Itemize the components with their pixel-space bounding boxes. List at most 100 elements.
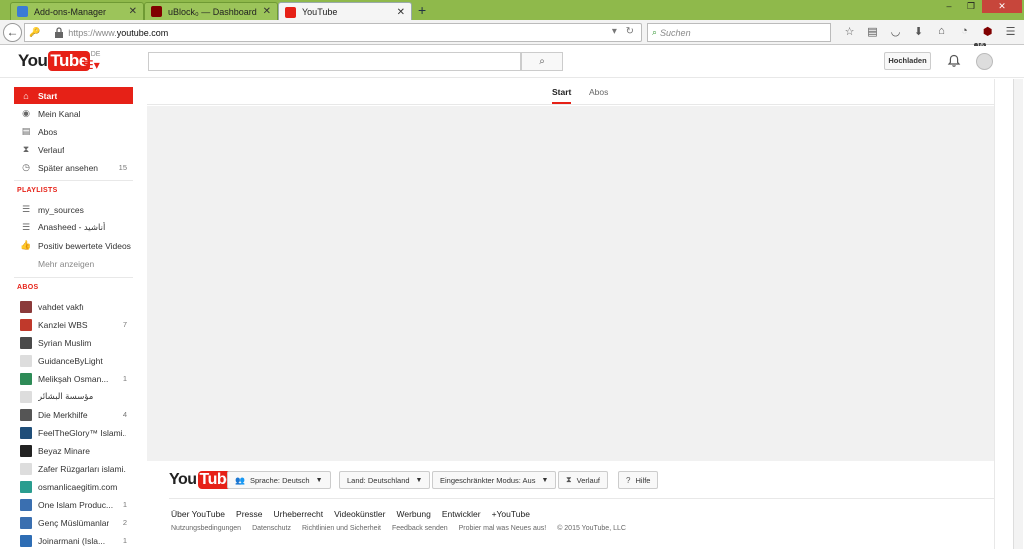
footer-link[interactable]: Videokünstler	[334, 509, 385, 519]
subscription-label: Melikşah Osman...	[38, 373, 109, 384]
subscription-label: osmanlicaegitim.com	[38, 481, 118, 492]
youtube-search-input[interactable]	[148, 52, 521, 71]
subscription-item[interactable]: Joinarmani (Isla... 1	[14, 532, 133, 549]
window-controls: – ❐ ✕	[938, 0, 1022, 14]
subscription-item[interactable]: Zafer Rüzgarları islami...	[14, 460, 133, 477]
footer-link[interactable]: Probier mal was Neues aus!	[459, 525, 547, 532]
channel-avatar	[20, 444, 32, 457]
close-tab-icon[interactable]: ✕	[129, 6, 137, 17]
footer-link[interactable]: Nutzungsbedingungen	[171, 525, 241, 532]
download-icon[interactable]: ⬇	[907, 25, 930, 38]
subscription-item[interactable]: GuidanceByLight	[14, 352, 133, 369]
close-tab-icon[interactable]: ✕	[263, 6, 271, 17]
home-icon[interactable]: ⌂	[930, 25, 953, 38]
feed-area	[147, 106, 994, 461]
subscription-item[interactable]: Die Merkhilfe 4	[14, 406, 133, 423]
footer-link[interactable]: +YouTube	[492, 509, 530, 519]
bookmark-star-icon[interactable]: ☆	[838, 25, 861, 38]
subscription-item[interactable]: Kanzlei WBS 7	[14, 316, 133, 333]
footer-link[interactable]: Feedback senden	[392, 525, 448, 532]
restricted-mode-button[interactable]: Eingeschränkter Modus: Aus ▼	[432, 471, 557, 489]
clock-icon: ◷	[22, 162, 30, 172]
minimize-button[interactable]: –	[938, 0, 960, 13]
subscription-item[interactable]: Beyaz Minare	[14, 442, 133, 459]
guide-item-watch-later[interactable]: ◷ Später ansehen 15	[14, 159, 133, 176]
subscription-label: Kanzlei WBS	[38, 319, 88, 330]
footer-link[interactable]: Entwickler	[442, 509, 481, 519]
back-button[interactable]: ←	[3, 23, 22, 42]
subscription-label: Zafer Rüzgarları islami...	[38, 463, 126, 474]
scrollbar[interactable]	[1013, 79, 1023, 549]
notifications-bell-icon[interactable]	[947, 54, 961, 68]
channel-avatar	[20, 318, 32, 331]
guide-item-mein-kanal[interactable]: ◉ Mein Kanal	[14, 105, 133, 122]
navigation-toolbar: ← 🔑 https://www. youtube.com ▾ ↻ ⌕ Suche…	[0, 20, 1024, 50]
close-tab-icon[interactable]: ✕	[397, 7, 405, 18]
subscription-item[interactable]: FeelTheGlory™ Islami...	[14, 424, 133, 441]
footer-link[interactable]: © 2015 YouTube, LLC	[557, 525, 626, 532]
subscription-item[interactable]: osmanlicaegitim.com	[14, 478, 133, 495]
people-icon: 👥	[235, 475, 245, 485]
browser-search-input[interactable]: ⌕ Suchen	[647, 23, 831, 42]
footer-link[interactable]: Urheberrecht	[274, 509, 324, 519]
subscription-item[interactable]: Syrian Muslim	[14, 334, 133, 351]
pocket-icon[interactable]: ◡	[884, 25, 907, 38]
country-button[interactable]: Land: Deutschland ▼	[339, 471, 431, 489]
subscription-count: 1	[122, 374, 127, 383]
restricted-mode-label: Eingeschränkter Modus: Aus	[440, 475, 536, 485]
tab-start[interactable]: Start	[552, 87, 571, 97]
footer-link[interactable]: Richtlinien und Sicherheit	[302, 525, 381, 532]
subscription-item[interactable]: One Islam Produc... 1	[14, 496, 133, 513]
identity-icon[interactable]: 🔑	[29, 27, 40, 38]
guide-item-playlist[interactable]: ☰ Anasheed - أناشيد	[14, 219, 133, 236]
language-button[interactable]: 👥 Sprache: Deutsch ▼	[227, 471, 331, 489]
show-more-link[interactable]: Mehr anzeigen	[38, 259, 94, 269]
url-scheme: https://www.	[68, 27, 117, 38]
guide-item-start[interactable]: ⌂ Start	[14, 87, 133, 104]
new-tab-button[interactable]: +	[418, 3, 426, 17]
search-button[interactable]: ⌕	[521, 52, 563, 71]
subscription-count: 7	[122, 320, 127, 329]
ublock-icon	[151, 6, 162, 17]
history-button[interactable]: ⧗ Verlauf	[558, 471, 608, 489]
subscription-item[interactable]: Genç Müslümanlar 2	[14, 514, 133, 531]
guide-item-verlauf[interactable]: ⧗ Verlauf	[14, 141, 133, 158]
chat-icon[interactable]: ◔	[953, 25, 976, 38]
history-label: Verlauf	[576, 475, 600, 485]
reading-list-icon[interactable]: ▤	[861, 25, 884, 38]
tab-youtube[interactable]: YouTube ✕	[278, 2, 412, 21]
page-footer: You Tube 👥 Sprache: Deutsch ▼ Land: Deut…	[147, 461, 994, 549]
subscription-item[interactable]: مؤسسة البشائر	[14, 388, 133, 405]
subscription-label: vahdet vakfı	[38, 301, 84, 312]
hourglass-icon: ⧗	[22, 144, 30, 154]
channel-avatar	[20, 336, 32, 349]
avatar[interactable]	[976, 53, 993, 70]
footer-link[interactable]: Presse	[236, 509, 262, 519]
subscription-item[interactable]: Melikşah Osman... 1	[14, 370, 133, 387]
guide-item-liked-videos[interactable]: 👍 Positiv bewertete Videos	[14, 237, 133, 254]
menu-icon[interactable]: ☰	[999, 25, 1022, 38]
tab-abos[interactable]: Abos	[589, 87, 608, 97]
tab-add-ons-manager[interactable]: Add-ons-Manager ✕	[10, 2, 144, 20]
subscription-item[interactable]: vahdet vakfı	[14, 298, 133, 315]
reload-icon[interactable]: ▾ ↻	[612, 26, 637, 37]
help-button[interactable]: ? Hilfe	[618, 471, 659, 489]
youtube-masthead: You Tube DE ☰▾ ⌕ Hochladen	[0, 46, 1024, 78]
ublock-toolbar-icon[interactable]: ⬢	[976, 25, 999, 38]
footer-link[interactable]: Werbung	[396, 509, 430, 519]
guide-item-abos[interactable]: ▤ Abos	[14, 123, 133, 140]
channel-avatar	[20, 354, 32, 367]
upload-button[interactable]: Hochladen	[884, 52, 931, 70]
search-icon: ⌕	[539, 56, 545, 67]
footer-link[interactable]: Über YouTube	[171, 509, 225, 519]
footer-link[interactable]: Datenschutz	[252, 525, 291, 532]
url-bar[interactable]: 🔑 https://www. youtube.com ▾ ↻	[24, 23, 642, 42]
guide-item-playlist[interactable]: ☰ my_sources	[14, 201, 133, 218]
search-engine-icon[interactable]: ⌕	[652, 27, 657, 38]
right-gutter	[994, 79, 1024, 549]
tab-ublock-dashboard[interactable]: uBlock₀ — Dashboard ✕	[144, 2, 278, 20]
close-window-button[interactable]: ✕	[982, 0, 1022, 13]
restore-button[interactable]: ❐	[960, 0, 982, 13]
guide-menu-icon[interactable]: ☰▾	[83, 58, 100, 72]
help-label: Hilfe	[635, 475, 651, 485]
